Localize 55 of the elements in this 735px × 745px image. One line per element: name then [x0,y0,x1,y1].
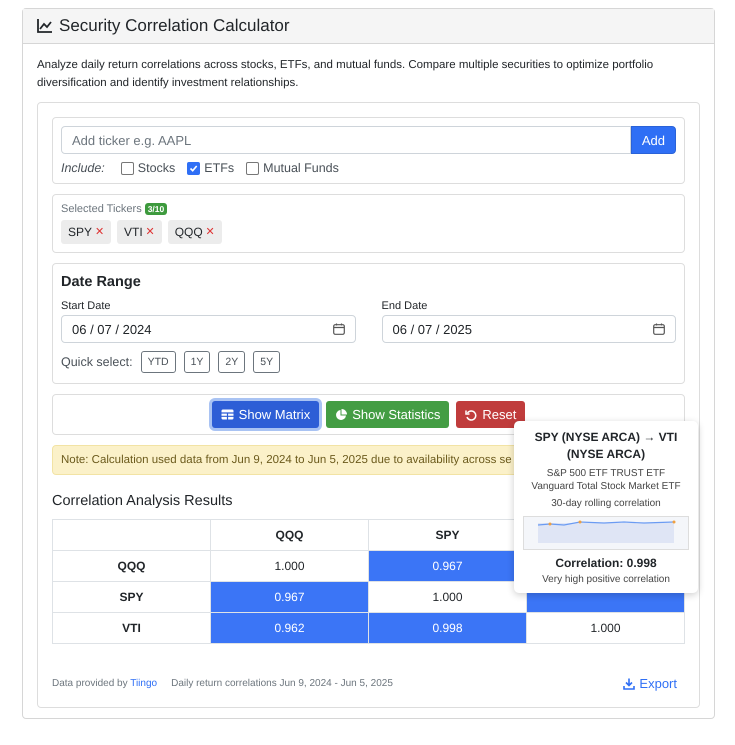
checkbox[interactable] [120,162,134,174]
security-name: Vanguard Total Stock Market ETF [531,480,681,493]
line-chart-icon [37,19,53,33]
description-text: Analyze daily return correlations across stocks, ETFs, and mutual funds. Compare multiple securities to optimize portfolio diversification and identify investment relationships. [37,58,654,91]
checkbox-label: ETFs [204,161,234,175]
date-label: Start Date [61,300,112,312]
ticker-symbol: QQQ [174,225,203,239]
period-text: Daily return correlations Jun 9, 2024 - Jun 5, 2025 [171,678,393,689]
tooltip-subtitle: 30-day rolling correlation [551,497,661,510]
show-statistics-button[interactable]: Show Statistics [326,401,450,428]
pie-chart-icon [335,408,348,420]
table-cell: 0.998 [368,612,526,644]
date-range-title: Date Range [61,274,142,290]
quick-select-button[interactable]: YTD [140,351,176,373]
row-header: SPY [52,582,210,612]
table-cell: 1.000 [526,612,684,644]
ticker-symbol: SPY [68,225,92,239]
export-link[interactable]: Export [623,676,677,691]
correlation-description: Very high positive correlation [542,574,670,585]
table-cell: 0.962 [210,612,368,644]
include-label: Include: [61,161,105,175]
add-button[interactable]: Add [630,126,676,154]
row-header: VTI [52,612,210,644]
quick-select-button[interactable]: 5Y [253,351,280,373]
show-matrix-button[interactable]: Show Matrix [212,401,320,428]
column-header: QQQ [210,520,368,550]
remove-button[interactable]: ✕ [95,225,104,239]
count-badge: 3/10 [144,203,168,215]
date-label: End Date [382,300,428,312]
selected-tickers-label: Selected Tickers [61,203,142,215]
calendar-icon[interactable] [653,323,665,335]
download-icon [623,678,636,690]
undo-icon [465,408,478,420]
reset-button[interactable]: Reset [456,401,526,428]
provider-link[interactable]: Tiingo [130,678,158,689]
checkbox-label: Stocks [138,161,176,175]
date-field[interactable]: 06 / 07 / 2025 [382,315,676,343]
remove-button[interactable]: ✕ [146,225,155,239]
table-icon [220,409,234,420]
checkbox[interactable] [246,162,260,174]
table-cell: 0.967 [210,582,368,612]
remove-button[interactable]: ✕ [206,225,215,239]
date-field[interactable]: 06 / 07 / 2024 [61,315,356,343]
quick-select-label: Quick select: [61,355,133,369]
correlation-value: Correlation: 0.998 [555,556,657,570]
attribution-text: Data provided by Tiingo [52,678,158,689]
calendar-icon[interactable] [332,323,344,335]
card-title: Security Correlation Calculator [59,16,290,36]
quick-select-button[interactable]: 2Y [218,351,246,373]
checkbox-label: Mutual Funds [263,161,339,175]
ticker-input[interactable]: Add ticker e.g. AAPL [61,126,631,154]
quick-select-button[interactable]: 1Y [184,351,210,373]
ticker-symbol: VTI [124,225,143,239]
row-header: QQQ [52,550,210,582]
results-title: Correlation Analysis Results [52,493,233,509]
